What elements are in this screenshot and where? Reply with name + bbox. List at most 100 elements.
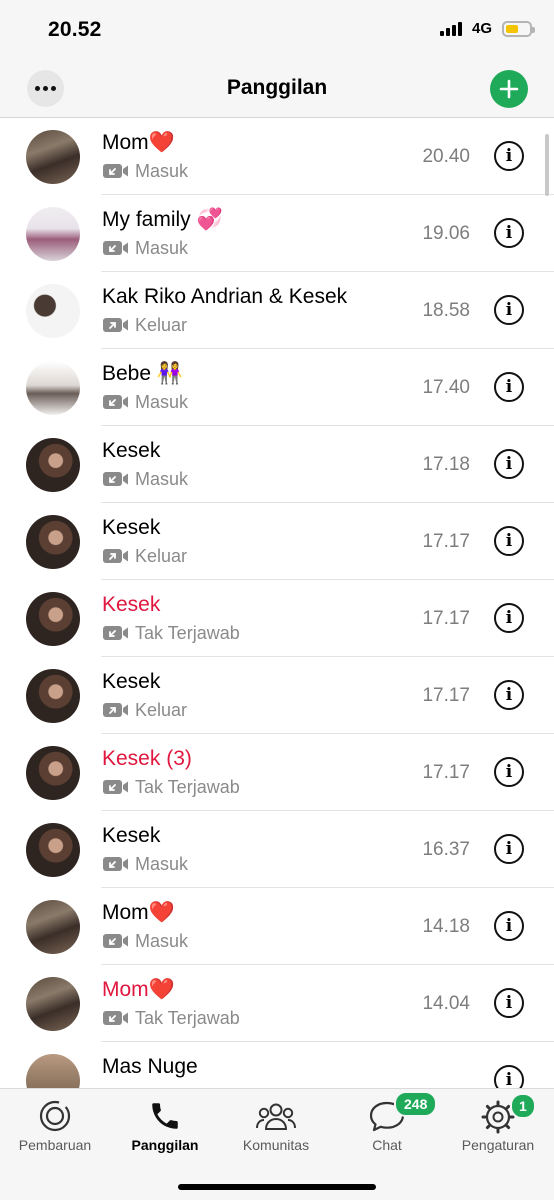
tab-chats[interactable]: Chat 248 (332, 1089, 442, 1159)
call-type-label: Tak Terjawab (135, 777, 240, 797)
call-time: 16.37 (422, 839, 470, 860)
info-button[interactable]: i (494, 141, 524, 171)
info-button[interactable]: i (494, 834, 524, 864)
call-row[interactable]: Kak Riko Andrian & Kesek Keluar 18.58 i (0, 272, 554, 349)
call-type: Tak Terjawab (102, 776, 240, 798)
info-button[interactable]: i (494, 295, 524, 325)
nav-bar: Panggilan (0, 60, 554, 118)
info-button[interactable]: i (494, 526, 524, 556)
contact-name: My family 💞 (102, 208, 223, 231)
video-call-icon (103, 549, 128, 563)
settings-badge: 1 (510, 1093, 536, 1119)
tab-communities[interactable]: Komunitas (221, 1089, 331, 1159)
call-time: 18.58 (422, 300, 470, 321)
call-row[interactable]: Kesek Masuk 16.37 i (0, 811, 554, 888)
avatar[interactable] (26, 361, 80, 415)
avatar[interactable] (26, 1054, 80, 1088)
call-time: 14.18 (422, 916, 470, 937)
call-row[interactable]: Kesek Masuk 17.18 i (0, 426, 554, 503)
info-button[interactable]: i (494, 372, 524, 402)
call-row[interactable]: Bebe 👭 Masuk 17.40 i (0, 349, 554, 426)
tab-updates[interactable]: Pembaruan (0, 1089, 110, 1159)
contact-name: Kesek (102, 439, 161, 462)
call-type: Masuk (102, 391, 188, 413)
info-button[interactable]: i (494, 911, 524, 941)
new-call-button[interactable] (490, 70, 528, 108)
info-icon: i (505, 915, 513, 936)
avatar[interactable] (26, 669, 80, 723)
call-list[interactable]: Mom❤️ Masuk 20.40 i My family 💞 Masuk 19.06 i Ka… (0, 118, 554, 1088)
info-icon: i (505, 145, 513, 166)
tab-label: Pembaruan (18, 1137, 92, 1153)
call-row[interactable]: Kesek Tak Terjawab 17.17 i (0, 580, 554, 657)
contact-name: Kesek (3) (102, 747, 192, 770)
contact-name: Kak Riko Andrian & Kesek (102, 285, 348, 308)
info-button[interactable]: i (494, 218, 524, 248)
phone-icon (152, 1103, 178, 1129)
avatar[interactable] (26, 284, 80, 338)
call-type-label: Keluar (135, 315, 188, 335)
contact-name: Kesek (102, 670, 161, 693)
avatar[interactable] (26, 130, 80, 184)
call-row[interactable]: Mom❤️ Masuk 14.18 i (0, 888, 554, 965)
tab-label: Chat (372, 1137, 402, 1153)
info-icon: i (505, 761, 513, 782)
call-time: 17.18 (422, 454, 470, 475)
info-button[interactable]: i (494, 1065, 524, 1088)
video-call-icon (103, 164, 128, 178)
call-row[interactable]: Kesek (3) Tak Terjawab 17.17 i (0, 734, 554, 811)
tab-label: Komunitas (242, 1137, 310, 1153)
info-icon: i (505, 684, 513, 705)
video-call-icon (103, 934, 128, 948)
info-button[interactable]: i (494, 757, 524, 787)
info-icon: i (505, 299, 513, 320)
contact-name: Mom❤️ (102, 978, 175, 1001)
call-time: 20.40 (422, 146, 470, 167)
avatar[interactable] (26, 592, 80, 646)
info-button[interactable]: i (494, 988, 524, 1018)
tab-settings[interactable]: Pengaturan 1 (443, 1089, 553, 1159)
video-call-icon (103, 395, 128, 409)
video-call-icon (103, 703, 128, 717)
scrollbar[interactable] (545, 134, 549, 196)
call-row[interactable]: My family 💞 Masuk 19.06 i (0, 195, 554, 272)
call-type-label: Masuk (135, 161, 189, 181)
call-type-label: Masuk (135, 238, 189, 258)
avatar[interactable] (26, 977, 80, 1031)
info-icon: i (505, 607, 513, 628)
call-type: Masuk (102, 930, 188, 952)
contact-name: Mom❤️ (102, 901, 175, 924)
video-call-icon (103, 318, 128, 332)
avatar[interactable] (26, 438, 80, 492)
tab-label: Pengaturan (461, 1137, 535, 1153)
video-call-icon (103, 626, 128, 640)
status-bar: 20.52 4G (0, 0, 554, 60)
contact-name: Mom❤️ (102, 131, 175, 154)
info-icon: i (505, 376, 513, 397)
call-row[interactable]: Mas Nuge i (0, 1042, 554, 1088)
info-button[interactable]: i (494, 449, 524, 479)
avatar[interactable] (26, 207, 80, 261)
call-row[interactable]: Kesek Keluar 17.17 i (0, 503, 554, 580)
home-indicator (178, 1184, 376, 1190)
call-type-label: Masuk (135, 931, 189, 951)
tab-label: Panggilan (131, 1137, 199, 1153)
video-call-icon (103, 472, 128, 486)
info-button[interactable]: i (494, 680, 524, 710)
unread-badge: 248 (394, 1091, 438, 1117)
call-row[interactable]: Mom❤️ Tak Terjawab 14.04 i (0, 965, 554, 1042)
info-button[interactable]: i (494, 603, 524, 633)
call-row[interactable]: Mom❤️ Masuk 20.40 i (0, 118, 554, 195)
status-time: 20.52 (48, 18, 102, 41)
video-call-icon (103, 241, 128, 255)
contact-name: Kesek (102, 516, 161, 539)
avatar[interactable] (26, 515, 80, 569)
avatar[interactable] (26, 900, 80, 954)
call-row[interactable]: Kesek Keluar 17.17 i (0, 657, 554, 734)
avatar[interactable] (26, 746, 80, 800)
avatar[interactable] (26, 823, 80, 877)
call-type: Keluar (102, 545, 187, 567)
call-time: 17.40 (422, 377, 470, 398)
tab-calls[interactable]: Panggilan (110, 1089, 220, 1159)
video-call-icon (103, 780, 128, 794)
